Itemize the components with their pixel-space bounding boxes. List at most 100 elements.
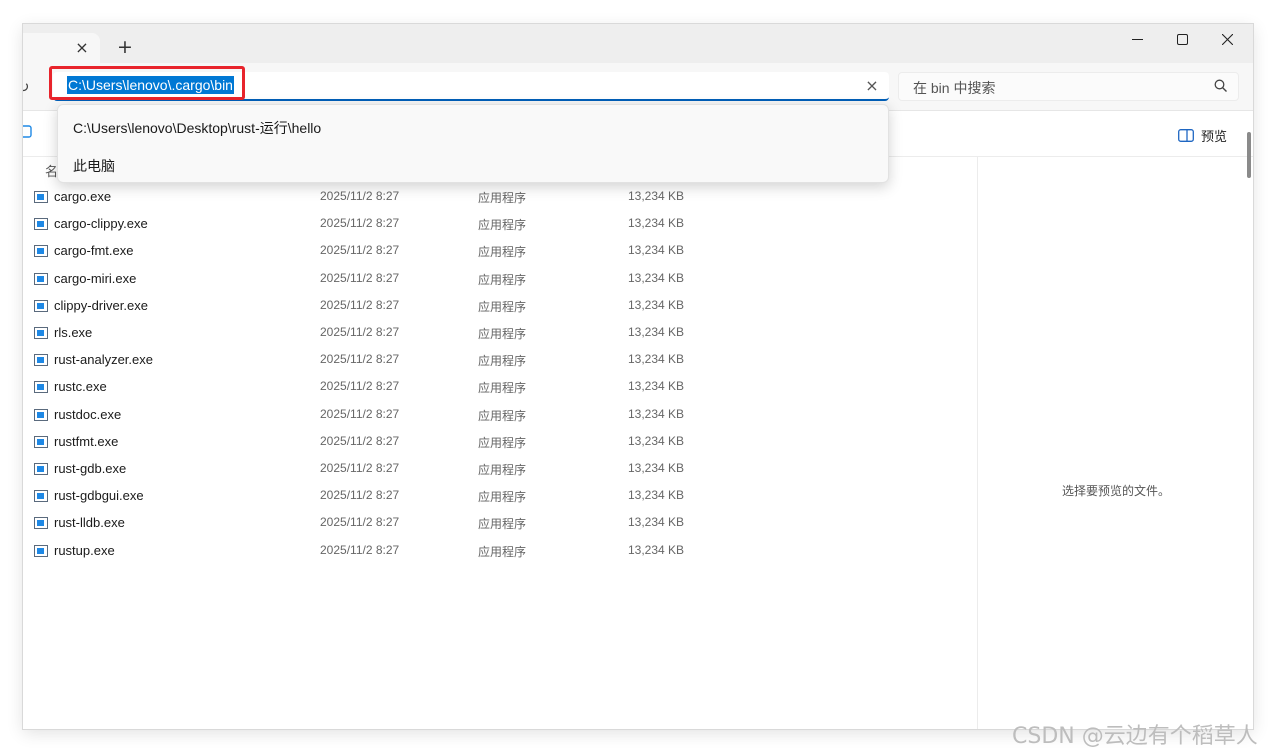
file-row[interactable]: rustup.exe 2025/11/2 8:27 应用程序 13,234 KB <box>23 539 977 566</box>
file-row[interactable]: rls.exe 2025/11/2 8:27 应用程序 13,234 KB <box>23 321 977 348</box>
file-type: 应用程序 <box>478 490 527 505</box>
file-name: rustup.exe <box>54 542 115 558</box>
file-list: 名 cargo.exe 2025/11/2 8:27 应用程序 13,234 KB ca… <box>23 157 977 729</box>
file-row[interactable]: clippy-driver.exe 2025/11/2 8:27 应用程序 13,23… <box>23 294 977 321</box>
exe-file-icon <box>34 408 48 421</box>
file-type: 应用程序 <box>478 272 527 287</box>
search-input[interactable]: 在 bin 中搜索 <box>898 72 1239 101</box>
file-name: cargo.exe <box>54 189 112 204</box>
suggestion-item[interactable]: C:\Users\lenovo\Desktop\rust-运行\hello <box>58 108 888 146</box>
file-size: 13,234 KB <box>628 352 685 367</box>
file-row[interactable]: rustc.exe 2025/11/2 8:27 应用程序 13,234 KB <box>23 375 977 402</box>
file-date-modified: 2025/11/2 8:27 <box>320 542 400 557</box>
title-bar: × + <box>23 24 1253 63</box>
file-name: rustc.exe <box>54 379 107 395</box>
exe-file-icon <box>34 327 48 339</box>
tab-close-icon[interactable]: × <box>71 37 93 59</box>
file-date-modified: 2025/11/2 8:27 <box>320 379 400 394</box>
file-size: 13,234 KB <box>628 325 685 339</box>
file-size: 13,234 KB <box>628 189 685 203</box>
file-size: 13,234 KB <box>628 243 685 258</box>
exe-file-icon <box>34 272 48 285</box>
refresh-icon[interactable]: ↻ <box>23 77 37 97</box>
command-icon[interactable] <box>23 125 35 139</box>
file-name: rustfmt.exe <box>54 433 119 449</box>
file-name: rust-lldb.exe <box>54 515 125 531</box>
new-tab-plus-icon[interactable]: + <box>114 36 136 58</box>
file-date-modified: 2025/11/2 8:27 <box>320 270 400 285</box>
exe-file-icon <box>34 191 48 203</box>
file-name: cargo-fmt.exe <box>54 243 134 259</box>
file-date-modified: 2025/11/2 8:27 <box>320 216 400 231</box>
file-size: 13,234 KB <box>628 461 685 475</box>
file-size: 13,234 KB <box>628 379 685 394</box>
minimize-icon <box>1131 38 1143 40</box>
file-row[interactable]: cargo-miri.exe 2025/11/2 8:27 应用程序 13,234 K… <box>23 267 977 294</box>
file-size: 13,234 KB <box>628 542 685 557</box>
preview-pane: 选择要预览的文件。 <box>977 157 1253 729</box>
search-placeholder: 在 bin 中搜索 <box>913 80 996 96</box>
exe-file-icon <box>34 463 48 475</box>
exe-file-icon <box>34 544 48 557</box>
file-size: 13,234 KB <box>628 270 685 285</box>
exe-file-icon <box>34 245 48 258</box>
file-row[interactable]: cargo-fmt.exe 2025/11/2 8:27 应用程序 13,234 KB <box>23 239 977 266</box>
file-type: 应用程序 <box>478 381 527 396</box>
file-row[interactable]: rust-analyzer.exe 2025/11/2 8:27 应用程序 13,23… <box>23 348 977 375</box>
file-type: 应用程序 <box>478 327 527 341</box>
preview-empty-message: 选择要预览的文件。 <box>1061 484 1170 498</box>
file-type: 应用程序 <box>478 517 527 532</box>
file-row[interactable]: rust-gdb.exe 2025/11/2 8:27 应用程序 13,234 KB <box>23 457 977 484</box>
watermark: CSDN @云边有个稻草人 <box>1012 724 1258 749</box>
suggestion-label: 此电脑 <box>73 158 115 174</box>
file-name: cargo-miri.exe <box>54 270 137 286</box>
file-type: 应用程序 <box>478 218 527 233</box>
exe-file-icon <box>34 517 48 530</box>
file-date-modified: 2025/11/2 8:27 <box>320 461 400 475</box>
suggestion-item[interactable]: 此电脑 <box>58 146 888 184</box>
file-type: 应用程序 <box>478 299 527 314</box>
file-size: 13,234 KB <box>628 433 685 448</box>
file-type: 应用程序 <box>478 463 527 477</box>
suggestion-label: C:\Users\lenovo\Desktop\rust-运行\hello <box>73 120 322 136</box>
exe-file-icon <box>34 218 48 231</box>
minimize-button[interactable] <box>1115 24 1159 54</box>
preview-pane-button[interactable]: 预览 <box>1178 125 1227 145</box>
file-row[interactable]: rust-gdbgui.exe 2025/11/2 8:27 应用程序 13,234 … <box>23 484 977 511</box>
exe-file-icon <box>34 354 48 367</box>
file-size: 13,234 KB <box>628 297 685 312</box>
search-icon[interactable] <box>1213 78 1229 94</box>
close-window-button[interactable] <box>1205 24 1249 54</box>
file-row[interactable]: rustfmt.exe 2025/11/2 8:27 应用程序 13,234 KB <box>23 430 977 457</box>
file-row[interactable]: cargo.exe 2025/11/2 8:27 应用程序 13,234 KB <box>23 185 977 212</box>
file-size: 13,234 KB <box>628 515 685 530</box>
vertical-scrollbar[interactable] <box>1247 132 1251 178</box>
file-type: 应用程序 <box>478 245 527 260</box>
close-icon <box>1221 33 1233 45</box>
file-date-modified: 2025/11/2 8:27 <box>320 243 400 258</box>
address-suggestions-dropdown: C:\Users\lenovo\Desktop\rust-运行\hello 此电… <box>57 104 889 183</box>
file-date-modified: 2025/11/2 8:27 <box>320 433 400 448</box>
maximize-icon <box>1176 33 1188 45</box>
file-date-modified: 2025/11/2 8:27 <box>320 406 400 421</box>
exe-file-icon <box>34 299 48 312</box>
file-date-modified: 2025/11/2 8:27 <box>320 352 400 367</box>
file-date-modified: 2025/11/2 8:27 <box>320 189 400 203</box>
file-row[interactable]: cargo-clippy.exe 2025/11/2 8:27 应用程序 13,234… <box>23 212 977 239</box>
exe-file-icon <box>34 381 48 394</box>
file-name: rust-gdb.exe <box>54 461 127 476</box>
exe-file-icon <box>34 435 48 448</box>
file-row[interactable]: rust-lldb.exe 2025/11/2 8:27 应用程序 13,234 KB <box>23 511 977 538</box>
file-size: 13,234 KB <box>628 488 685 503</box>
maximize-button[interactable] <box>1160 24 1204 54</box>
clear-address-icon[interactable]: × <box>861 75 883 97</box>
file-type: 应用程序 <box>478 191 527 205</box>
file-name: cargo-clippy.exe <box>54 216 148 232</box>
explorer-tab[interactable]: × <box>23 33 100 63</box>
file-name: rust-analyzer.exe <box>54 352 153 368</box>
annotation-highlight-box <box>49 66 245 100</box>
file-row[interactable]: rustdoc.exe 2025/11/2 8:27 应用程序 13,234 KB <box>23 403 977 430</box>
file-size: 13,234 KB <box>628 406 685 421</box>
file-type: 应用程序 <box>478 435 527 450</box>
file-type: 应用程序 <box>478 408 527 423</box>
